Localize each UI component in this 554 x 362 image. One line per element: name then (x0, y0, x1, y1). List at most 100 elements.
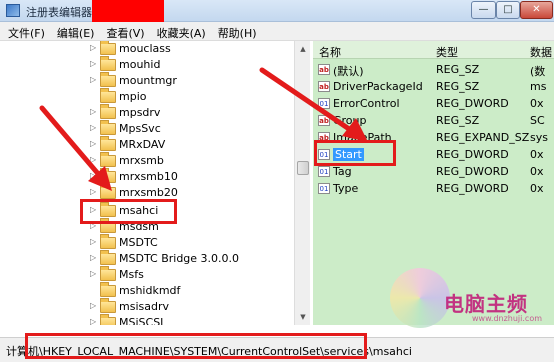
value-name: ErrorControl (333, 97, 400, 110)
tree-item-label: MSiSCSI (119, 316, 164, 325)
column-header-data[interactable]: 数据 (530, 44, 552, 60)
tree-item-label: Msfs (119, 268, 144, 281)
list-header: 名称 类型 数据 (313, 41, 554, 59)
tree-item-label: mrxsmb10 (119, 170, 178, 183)
tree-item-label: mpio (119, 90, 147, 103)
close-button[interactable]: ✕ (520, 1, 553, 19)
dword-value-icon: 01 (318, 98, 330, 109)
value-list[interactable]: 名称 类型 数据 ab (默认) REG_SZ (数 ab DriverPack… (313, 41, 554, 325)
folder-icon (100, 56, 116, 71)
menu-edit[interactable]: 编辑(E) (51, 22, 101, 41)
tree-item-mouhid[interactable]: ▷ mouhid (8, 56, 308, 73)
tree-item-msfs[interactable]: ▷ Msfs (8, 266, 308, 283)
value-row-driverpackageid[interactable]: ab DriverPackageId REG_SZ ms (313, 78, 554, 95)
expand-arrow-icon[interactable]: ▷ (90, 301, 96, 310)
folder-icon (100, 184, 116, 199)
expand-arrow-icon[interactable]: ▷ (90, 155, 96, 164)
expand-arrow-icon[interactable]: ▷ (90, 171, 96, 180)
value-type: REG_DWORD (436, 165, 509, 178)
tree-item-label: msisadrv (119, 300, 169, 313)
tree-item-mountmgr[interactable]: ▷ mountmgr (8, 72, 308, 89)
value-data: 0x (530, 165, 544, 178)
tree-item-label: mshidkmdf (119, 284, 181, 297)
dword-value-icon: 01 (318, 166, 330, 177)
expand-arrow-icon[interactable]: ▷ (90, 237, 96, 246)
scroll-down-icon[interactable]: ▼ (296, 310, 310, 324)
value-type: REG_DWORD (436, 148, 509, 161)
folder-icon (100, 250, 116, 265)
folder-icon (100, 266, 116, 281)
string-value-icon: ab (318, 115, 330, 126)
expand-arrow-icon[interactable]: ▷ (90, 43, 96, 52)
value-type: REG_DWORD (436, 97, 509, 110)
regedit-app-icon (6, 4, 20, 17)
dword-value-icon: 01 (318, 183, 330, 194)
value-data: SC (530, 114, 545, 127)
expand-arrow-icon[interactable]: ▷ (90, 59, 96, 68)
tree-item-mrxsmb10[interactable]: ▷ mrxsmb10 (8, 168, 308, 185)
scroll-thumb[interactable] (297, 161, 309, 175)
expand-arrow-icon[interactable]: ▷ (90, 317, 96, 325)
folder-icon (100, 168, 116, 183)
value-row-type[interactable]: 01 Type REG_DWORD 0x (313, 180, 554, 197)
tree-item-mshidkmdf[interactable]: mshidkmdf (8, 282, 308, 299)
redaction-bar (92, 0, 164, 22)
tree-item-mrxsmb[interactable]: ▷ mrxsmb (8, 152, 308, 169)
tree-item-mrxdav[interactable]: ▷ MRxDAV (8, 136, 308, 153)
tree-item-label: mpsdrv (119, 106, 161, 119)
value-data: (数 (530, 65, 546, 78)
menu-help[interactable]: 帮助(H) (212, 22, 263, 41)
value-data: 0x (530, 182, 544, 195)
tree-scrollbar[interactable]: ▲ ▼ (294, 41, 310, 325)
tree-item-msdtc[interactable]: ▷ MSDTC (8, 234, 308, 251)
value-name: (默认) (333, 65, 364, 78)
expand-arrow-icon[interactable]: ▷ (90, 269, 96, 278)
tree-item-mpsdrv[interactable]: ▷ mpsdrv (8, 104, 308, 121)
tree-item-mouclass[interactable]: ▷ mouclass (8, 41, 308, 57)
value-data: sys (530, 131, 548, 144)
expand-arrow-icon[interactable]: ▷ (90, 253, 96, 262)
expand-arrow-icon[interactable]: ▷ (90, 75, 96, 84)
value-type: REG_SZ (436, 80, 480, 93)
value-name: Type (333, 182, 359, 195)
string-value-icon: ab (318, 64, 330, 75)
expand-arrow-icon[interactable]: ▷ (90, 123, 96, 132)
value-row-default[interactable]: ab (默认) REG_SZ (数 (313, 61, 554, 78)
value-row-errorcontrol[interactable]: 01 ErrorControl REG_DWORD 0x (313, 95, 554, 112)
menu-view[interactable]: 查看(V) (100, 22, 150, 41)
value-name: Tag (333, 165, 352, 178)
value-data: 0x (530, 148, 544, 161)
expand-arrow-icon[interactable]: ▷ (90, 187, 96, 196)
tree-item-msisadrv[interactable]: ▷ msisadrv (8, 298, 308, 315)
menu-favorites[interactable]: 收藏夹(A) (151, 22, 212, 41)
scroll-up-icon[interactable]: ▲ (296, 42, 310, 56)
value-data: ms (530, 80, 547, 93)
expand-arrow-icon[interactable]: ▷ (90, 107, 96, 116)
tree-item-label: mouclass (119, 42, 171, 55)
folder-icon (100, 72, 116, 87)
folder-icon (100, 298, 116, 313)
folder-icon (100, 282, 116, 297)
tree-item-mpssvc[interactable]: ▷ MpsSvc (8, 120, 308, 137)
tree-item-label: mrxsmb (119, 154, 164, 167)
column-header-name[interactable]: 名称 (319, 44, 341, 60)
tree-item-msdtc-bridge[interactable]: ▷ MSDTC Bridge 3.0.0.0 (8, 250, 308, 267)
window-title: 注册表编辑器 (26, 6, 92, 19)
minimize-button[interactable]: — (471, 1, 496, 19)
tree-item-label: mrxsmb20 (119, 186, 178, 199)
folder-icon (100, 314, 116, 325)
registry-tree[interactable]: ▷ mouclass ▷ mouhid ▷ mountmgr mpio ▷ mp… (8, 41, 310, 325)
maximize-button[interactable]: □ (496, 1, 520, 19)
menu-bar: 文件(F) 编辑(E) 查看(V) 收藏夹(A) 帮助(H) (0, 22, 554, 41)
folder-icon (100, 152, 116, 167)
value-row-group[interactable]: ab Group REG_SZ SC (313, 112, 554, 129)
column-header-type[interactable]: 类型 (436, 44, 458, 60)
expand-arrow-icon[interactable]: ▷ (90, 139, 96, 148)
tree-item-msiscsi[interactable]: ▷ MSiSCSI (8, 314, 308, 325)
folder-icon (100, 234, 116, 249)
tree-item-mpio[interactable]: mpio (8, 88, 308, 105)
menu-file[interactable]: 文件(F) (0, 22, 51, 41)
folder-icon (100, 88, 116, 103)
folder-icon (100, 104, 116, 119)
title-bar: 注册表编辑器 — □ ✕ (0, 0, 554, 22)
